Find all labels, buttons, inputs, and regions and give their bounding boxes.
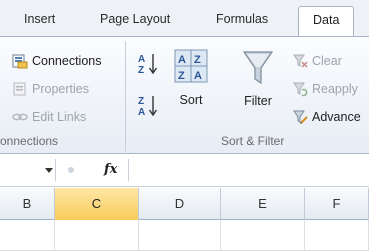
advanced-filter-icon — [292, 109, 308, 125]
sort-button[interactable]: A Z Z A Sort — [170, 49, 212, 119]
name-box-dropdown-icon[interactable] — [44, 163, 54, 180]
filter-label: Filter — [244, 94, 272, 108]
svg-text:A: A — [178, 54, 186, 66]
sort-dialog-icon: A Z Z A — [174, 49, 208, 83]
cell[interactable] — [55, 220, 139, 251]
svg-text:Z: Z — [138, 65, 144, 76]
formula-bar: fx — [0, 155, 369, 187]
formula-bar-resize-handle[interactable] — [64, 160, 78, 183]
properties-icon — [12, 81, 28, 97]
advanced-label: Advance — [312, 110, 361, 124]
svg-text:Z: Z — [178, 70, 185, 82]
formula-input[interactable] — [128, 159, 369, 181]
column-header-b[interactable]: B — [0, 188, 55, 220]
ribbon: Connections Properties Edit Links onnect… — [0, 36, 369, 154]
chain-link-icon — [12, 109, 28, 125]
worksheet-grid — [0, 220, 369, 251]
svg-text:A: A — [138, 54, 145, 65]
clear-label: Clear — [312, 54, 342, 68]
column-header-f[interactable]: F — [305, 188, 369, 220]
reapply-icon — [292, 81, 308, 97]
clear-filter-icon — [292, 53, 308, 69]
tab-formulas[interactable]: Formulas — [216, 12, 268, 26]
name-box[interactable] — [0, 159, 56, 181]
ribbon-tabs: Insert Page Layout Formulas Data — [0, 0, 369, 37]
advanced-filter-button[interactable]: Advance — [292, 107, 361, 127]
svg-text:Z: Z — [194, 54, 201, 66]
properties-label: Properties — [32, 82, 89, 96]
column-header-c[interactable]: C — [55, 188, 139, 220]
sort-filter-group-label: Sort & Filter — [221, 134, 285, 148]
edit-links-label: Edit Links — [32, 110, 87, 124]
cell[interactable] — [305, 220, 369, 251]
connections-label: Connections — [32, 54, 102, 68]
cell[interactable] — [221, 220, 305, 251]
column-header-e[interactable]: E — [221, 188, 305, 220]
tab-insert[interactable]: Insert — [24, 12, 55, 26]
reapply-label: Reapply — [312, 82, 358, 96]
svg-text:A: A — [194, 70, 202, 82]
insert-function-icon[interactable]: fx — [104, 162, 117, 177]
reapply-button[interactable]: Reapply — [292, 79, 358, 99]
sort-a-to-z-button[interactable]: A Z — [136, 51, 160, 77]
cell[interactable] — [139, 220, 221, 251]
connections-group-label: onnections — [0, 134, 59, 148]
connections-button[interactable]: Connections — [12, 51, 102, 71]
sort-ascending-icon: A Z — [136, 54, 160, 80]
svg-text:A: A — [138, 107, 145, 118]
properties-button[interactable]: Properties — [12, 79, 89, 99]
svg-text:Z: Z — [138, 96, 144, 107]
sort-descending-icon: Z A — [136, 96, 160, 122]
column-headers: B C D E F — [0, 188, 369, 220]
filter-button[interactable]: Filter — [236, 49, 280, 119]
sort-label: Sort — [179, 93, 203, 107]
edit-links-button[interactable]: Edit Links — [12, 107, 86, 127]
clear-filter-button[interactable]: Clear — [292, 51, 342, 71]
sort-z-to-a-button[interactable]: Z A — [136, 93, 160, 119]
funnel-icon — [242, 49, 274, 89]
connections-icon — [12, 53, 28, 69]
tab-data[interactable]: Data — [298, 6, 355, 37]
cell[interactable] — [0, 220, 55, 251]
group-divider — [125, 41, 126, 151]
tab-page-layout[interactable]: Page Layout — [100, 12, 170, 26]
column-header-d[interactable]: D — [139, 188, 221, 220]
